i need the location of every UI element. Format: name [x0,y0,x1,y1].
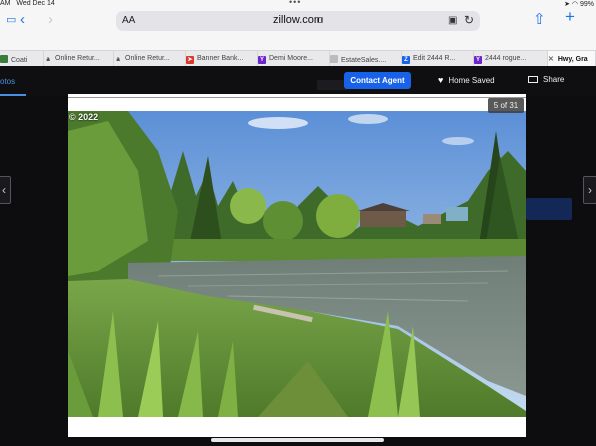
forward-button[interactable]: › [48,11,53,28]
multitask-dots-icon[interactable]: ••• [289,0,301,7]
background-button [526,198,572,220]
status-time: AM Wed Dec 14 [0,0,55,7]
yahoo-icon: Y [258,56,266,64]
tab-bar: Coati a Online Retur... a Online Retur... … [0,50,596,67]
screen: AM Wed Dec 14 ••• ➤ ◠ 99% ▭ ‹ › AA zillo… [0,0,596,446]
next-photo-button[interactable]: › [583,176,596,204]
tab-8-active[interactable]: ✕ Hwy, Gra [548,51,596,67]
yahoo-icon: Y [474,56,482,64]
tab-4[interactable]: Y Demi Moore... [258,51,330,67]
url-text[interactable]: zillow.com [116,14,480,26]
home-saved-button[interactable]: ♥ Home Saved [438,75,495,85]
reload-icon[interactable]: ↻ [464,13,474,27]
previous-photo-button[interactable]: ‹ [0,176,11,204]
status-bar: AM Wed Dec 14 ••• ➤ ◠ 99% [0,0,596,8]
modal-divider [68,97,526,98]
battery-text: 99% [579,1,594,8]
contact-agent-button[interactable]: Contact Agent [344,72,411,89]
share-browser-icon[interactable]: ⇧ [533,10,546,28]
banner-bank-icon: ➤ [186,56,194,64]
tab-3[interactable]: ➤ Banner Bank... [186,51,258,67]
home-indicator[interactable] [211,438,384,442]
share-icon [528,76,538,83]
back-button[interactable]: ‹ [20,11,25,28]
tab-1[interactable]: a Online Retur... [44,51,114,67]
tab-0[interactable]: Coati [0,51,44,67]
share-button[interactable]: Share [528,75,564,84]
tab-2[interactable]: a Online Retur... [114,51,186,67]
listing-photo[interactable] [68,111,526,417]
tab-6[interactable]: Z Edit 2444 R... [402,51,474,67]
photo-counter-badge: 5 of 31 [488,98,524,113]
address-bar[interactable]: AA zillow.com ▣ ↻ [116,11,480,31]
river-photo-image [68,111,526,417]
reader-icon[interactable]: ▣ [448,15,457,26]
photos-tab-indicator [0,94,26,96]
amazon-icon: a [116,57,120,63]
photo-copyright: © 2022 [69,112,99,122]
sidebar-icon[interactable]: ▭ [6,13,16,26]
close-tab-icon[interactable]: ✕ [548,55,554,63]
amazon-icon: a [46,57,50,63]
lock-icon [317,17,323,23]
zillow-icon: Z [402,56,410,64]
background-text [317,80,347,90]
browser-chrome: AM Wed Dec 14 ••• ➤ ◠ 99% ▭ ‹ › AA zillo… [0,0,596,67]
favicon-icon [0,55,8,63]
heart-icon: ♥ [438,75,444,85]
new-tab-icon[interactable]: + [565,7,575,27]
photos-tab[interactable]: otos [0,77,15,86]
estatesales-icon [330,55,338,63]
tab-7[interactable]: Y 2444 rogue... [474,51,548,67]
page-header: otos Contact Agent ♥ Home Saved Share [0,66,596,96]
tab-5[interactable]: EstateSales.... [330,51,402,67]
